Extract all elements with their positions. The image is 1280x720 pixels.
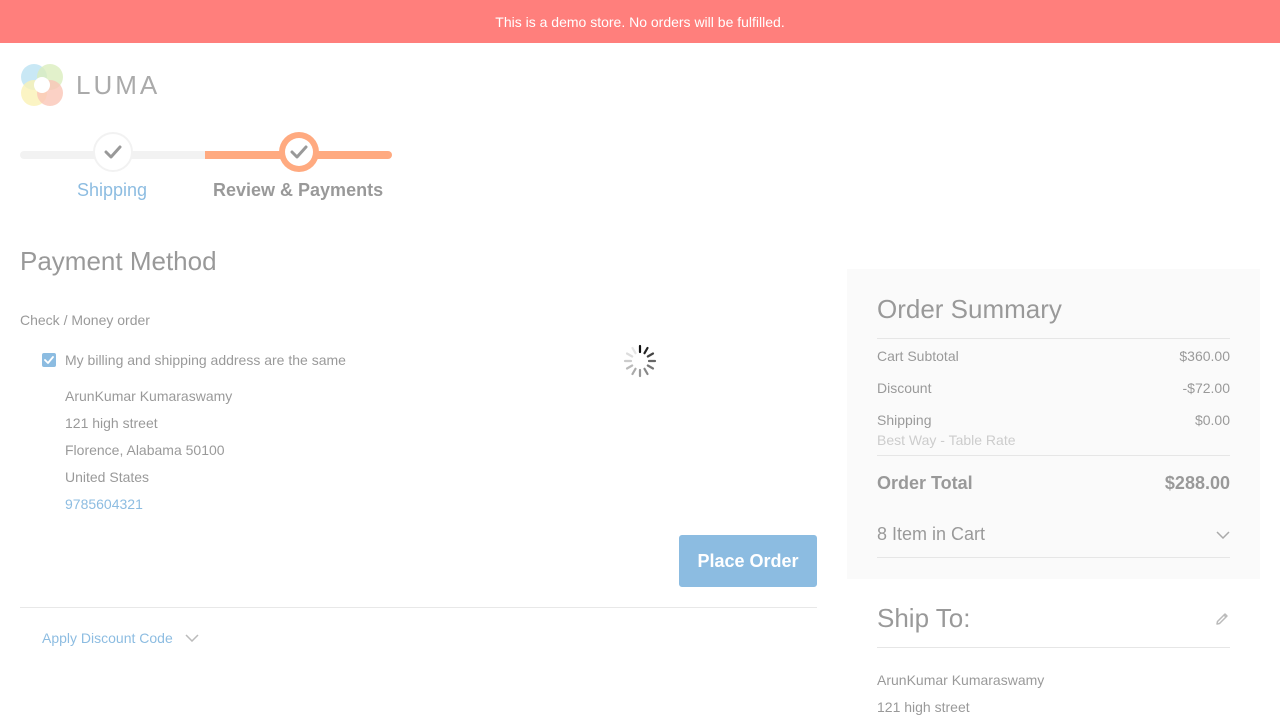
loading-overlay <box>0 43 1280 720</box>
loading-spinner-icon <box>623 344 657 378</box>
demo-store-banner: This is a demo store. No orders will be … <box>0 0 1280 43</box>
demo-store-notice: This is a demo store. No orders will be … <box>495 13 785 30</box>
